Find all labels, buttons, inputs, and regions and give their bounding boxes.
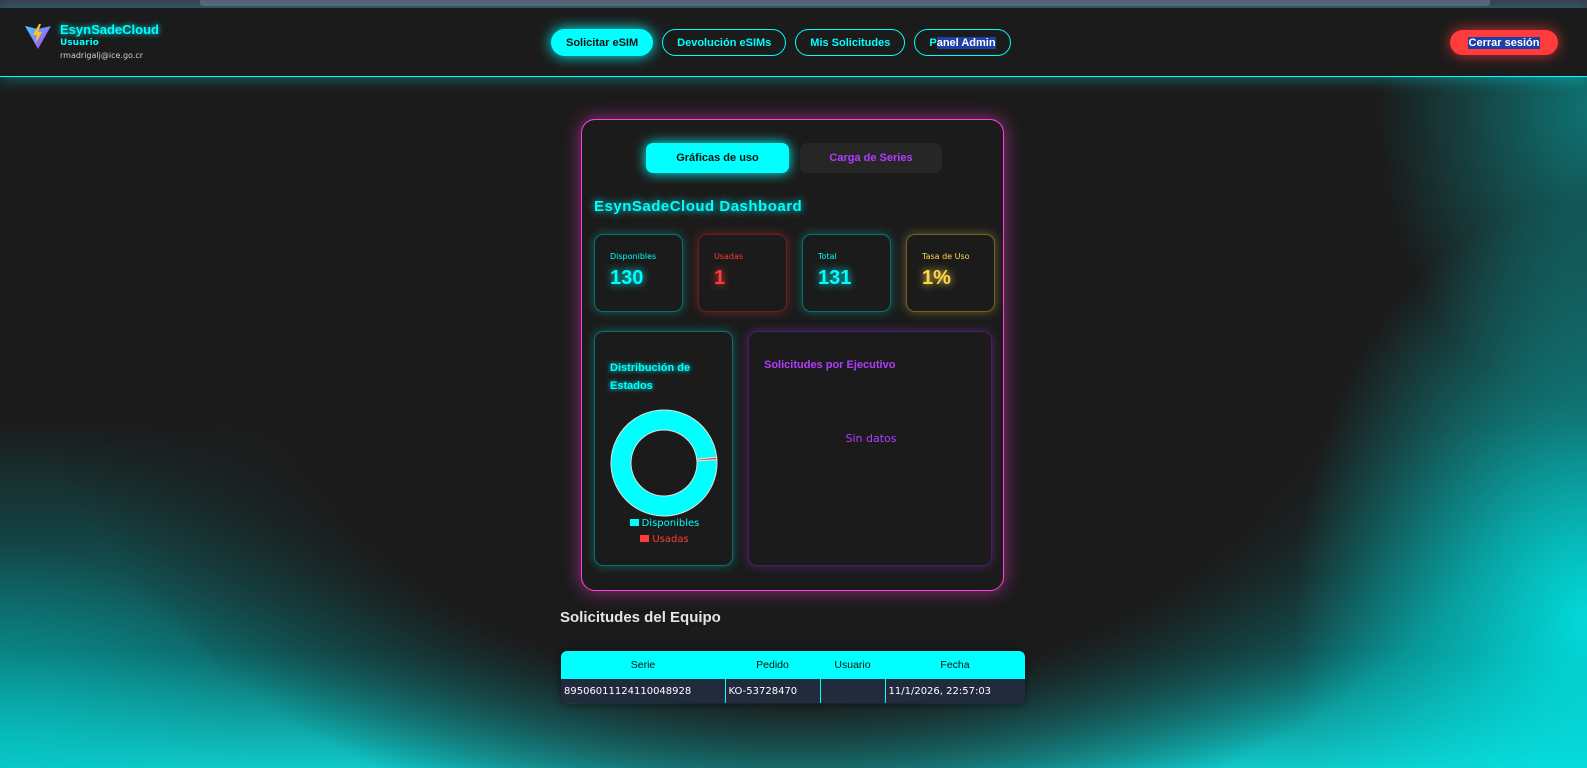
- legend-swatch: [629, 519, 639, 526]
- stat-card-usadas: Usadas 1: [698, 234, 787, 312]
- stat-value: 131: [818, 267, 852, 289]
- stat-value: 130: [610, 267, 644, 289]
- dashboard-card: Gráficas de uso Carga de Series EsynSade…: [581, 119, 1004, 591]
- column-header-pedido[interactable]: Pedido: [725, 651, 820, 679]
- user-role: Usuario: [60, 38, 99, 48]
- user-email: rmadrigalj@ice.go.cr: [60, 51, 144, 60]
- distribution-title: Distribución de Estados: [610, 362, 691, 392]
- stat-label: Total: [818, 252, 837, 261]
- app-name: EsynSadeCloud: [60, 22, 159, 37]
- stats-row: Disponibles 130 Usadas 1 Total 131 Tasa …: [594, 234, 995, 312]
- executives-title: Solicitudes por Ejecutivo: [764, 359, 896, 371]
- cell-fecha: 11/1/2026, 22:57:03: [885, 679, 1025, 703]
- stat-card-disponibles: Disponibles 130: [594, 234, 683, 312]
- main-nav: Solicitar eSIM Devolución eSIMs Mis Soli…: [551, 29, 1011, 56]
- stat-card-total: Total 131: [802, 234, 891, 312]
- team-requests-title: Solicitudes del Equipo: [560, 609, 721, 626]
- column-header-fecha[interactable]: Fecha: [885, 651, 1025, 679]
- team-requests-table: Serie Pedido Usuario Fecha 8950601112411…: [561, 651, 1025, 704]
- legend-item-disponibles[interactable]: Disponibles: [595, 516, 734, 532]
- logout-button[interactable]: Cerrar sesión: [1450, 30, 1558, 55]
- legend-label: Disponibles: [641, 518, 700, 529]
- brand: EsynSadeCloud Usuario rmadrigalj@ice.go.…: [24, 22, 159, 60]
- scrollbar-thumb[interactable]: [200, 0, 1490, 6]
- stat-value: 1: [714, 267, 726, 289]
- stat-label: Tasa de Uso: [922, 252, 970, 261]
- tab-carga-de-series[interactable]: Carga de Series: [800, 143, 942, 173]
- dashboard-title: EsynSadeCloud Dashboard: [594, 198, 803, 215]
- nav-panel-admin-label-selected: anel Admin: [936, 36, 996, 49]
- tab-graficas-de-uso[interactable]: Gráficas de uso: [646, 143, 789, 173]
- distribution-panel: Distribución de Estados Disponibles Usad…: [594, 331, 733, 566]
- cell-pedido: KO-53728470: [725, 679, 821, 703]
- legend-label: Usadas: [652, 534, 689, 545]
- executives-empty-text: Sin datos: [845, 432, 897, 445]
- vite-logo-icon: [25, 24, 51, 49]
- table-header-row: Serie Pedido Usuario Fecha: [561, 651, 1025, 679]
- legend-item-usadas[interactable]: Usadas: [595, 532, 734, 548]
- logout-label: Cerrar sesión: [1467, 36, 1541, 49]
- nav-panel-admin-button[interactable]: Panel Admin: [914, 29, 1011, 56]
- top-header: EsynSadeCloud Usuario rmadrigalj@ice.go.…: [0, 8, 1587, 77]
- browser-scroll-strip: [0, 0, 1587, 8]
- nav-devolucion-esims-button[interactable]: Devolución eSIMs: [662, 29, 787, 56]
- distribution-legend: Disponibles Usadas: [595, 516, 734, 548]
- stat-card-tasa-de-uso: Tasa de Uso 1%: [906, 234, 995, 312]
- table-row[interactable]: 8950601112411004892​8 KO-53728470 11/1/2…: [561, 679, 1025, 703]
- legend-swatch: [640, 535, 650, 542]
- donut-slice-disponibles[interactable]: [610, 409, 718, 517]
- stat-value: 1%: [922, 267, 951, 289]
- nav-mis-solicitudes-button[interactable]: Mis Solicitudes: [795, 29, 906, 56]
- column-header-usuario[interactable]: Usuario: [820, 651, 885, 679]
- nav-panel-admin-label-pre: P: [929, 36, 937, 49]
- nav-solicitar-esim-button[interactable]: Solicitar eSIM: [551, 29, 654, 56]
- cell-usuario: [820, 679, 886, 703]
- distribution-donut-chart: [610, 409, 718, 517]
- column-header-serie[interactable]: Serie: [561, 651, 725, 679]
- stat-label: Usadas: [714, 252, 744, 261]
- cell-serie: 8950601112411004892​8: [561, 679, 726, 703]
- dashboard-tabs: Gráficas de uso Carga de Series: [646, 143, 942, 173]
- executives-panel: Solicitudes por Ejecutivo Sin datos: [748, 331, 992, 566]
- stat-label: Disponibles: [610, 252, 657, 261]
